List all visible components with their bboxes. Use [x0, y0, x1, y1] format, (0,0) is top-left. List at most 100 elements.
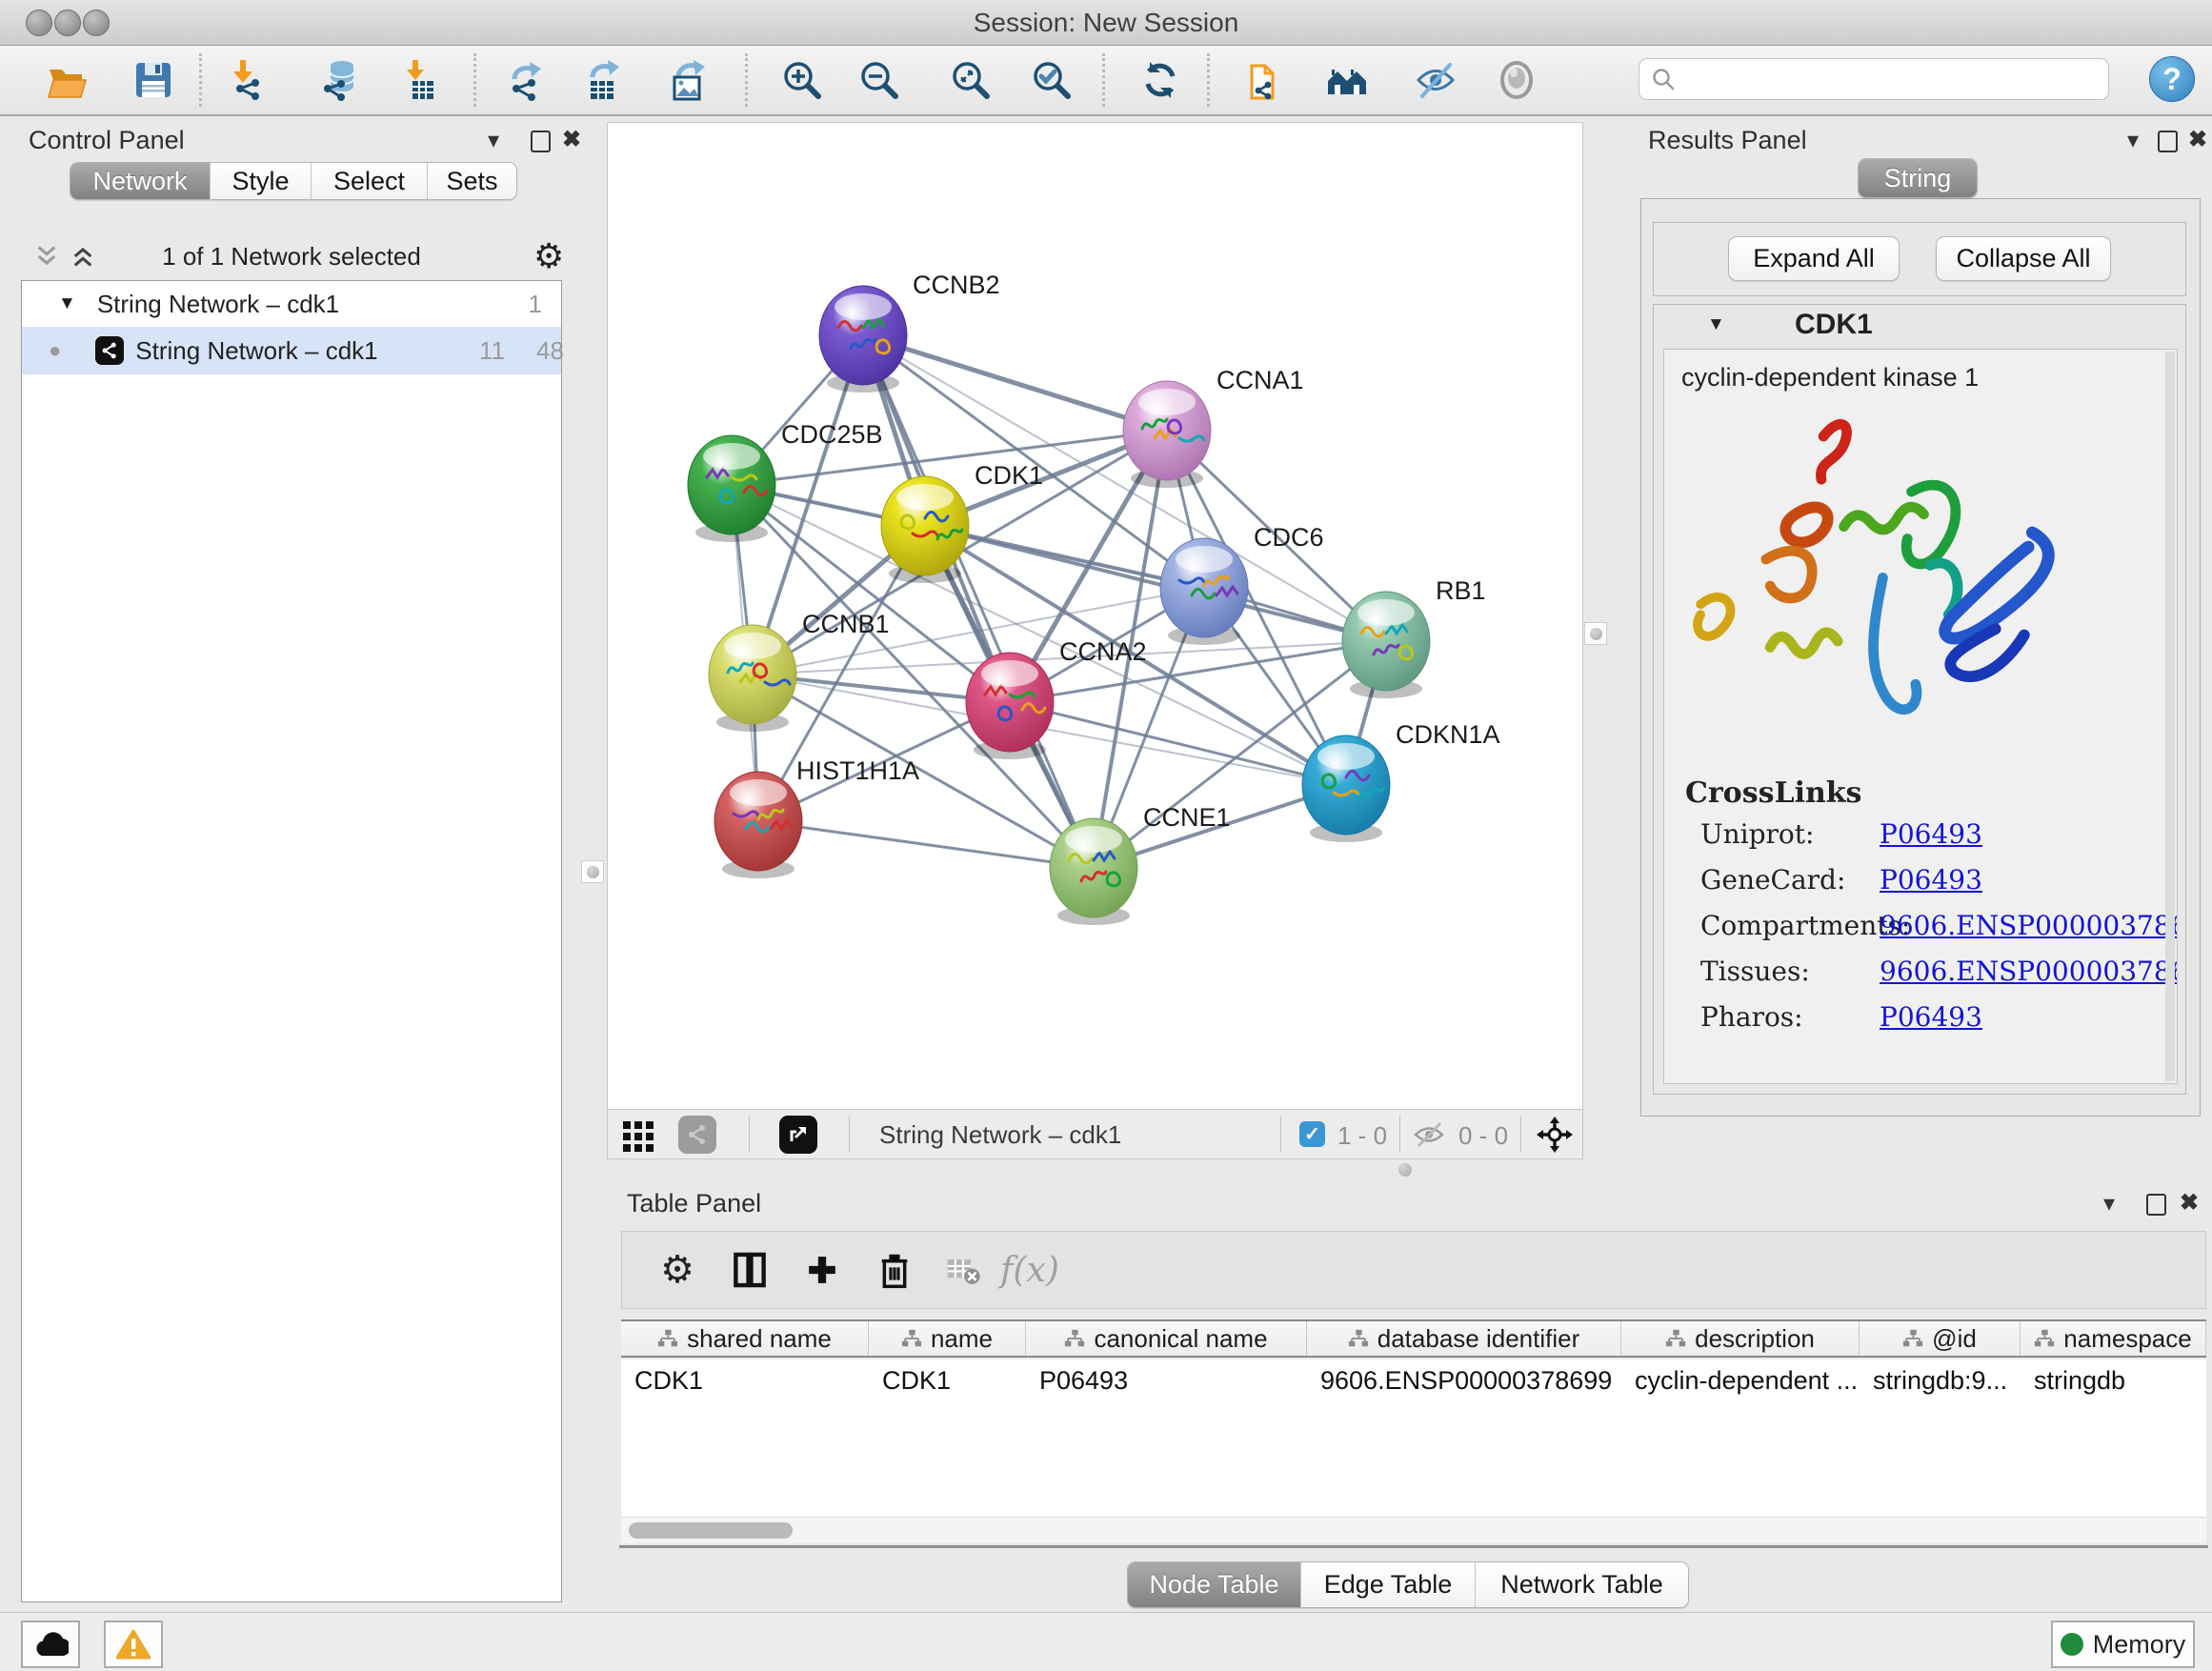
- search-input[interactable]: [1639, 58, 2109, 100]
- crosslink-value-link[interactable]: 9606.ENSP00000378699: [1880, 910, 2178, 941]
- column-header-shared-name[interactable]: shared name: [621, 1321, 869, 1356]
- table-settings-gear-icon[interactable]: ⚙: [654, 1247, 700, 1293]
- tab-select[interactable]: Select: [312, 163, 428, 199]
- import-network-from-file-button[interactable]: [226, 57, 271, 103]
- column-header-database-identifier[interactable]: database identifier: [1307, 1321, 1621, 1356]
- detach-view-icon[interactable]: [779, 1116, 817, 1154]
- toggle-graphics-details-button[interactable]: [1494, 57, 1539, 103]
- zoom-selected-button[interactable]: [1029, 57, 1075, 103]
- section-expander-icon[interactable]: ▼: [1707, 314, 1725, 335]
- open-in-browser-button[interactable]: [1243, 57, 1289, 103]
- memory-button[interactable]: Memory: [2051, 1621, 2195, 1668]
- hide-selected-button[interactable]: [1413, 57, 1458, 103]
- table-cell[interactable]: stringdb:9...: [1860, 1359, 2021, 1401]
- export-table-button[interactable]: [582, 57, 628, 103]
- tab-sets[interactable]: Sets: [428, 163, 516, 199]
- results-panel-close-button[interactable]: ✖: [2188, 129, 2207, 151]
- scrollbar-thumb[interactable]: [629, 1522, 793, 1539]
- create-column-plus-icon[interactable]: [799, 1247, 845, 1293]
- table-panel-close-button[interactable]: ✖: [2180, 1192, 2199, 1215]
- node-CDC6[interactable]: CDC6: [1160, 523, 1324, 645]
- open-session-button[interactable]: [44, 57, 90, 103]
- column-header-description[interactable]: description: [1621, 1321, 1860, 1356]
- home-button[interactable]: [1324, 57, 1370, 103]
- help-button[interactable]: ?: [2149, 56, 2195, 102]
- tab-network[interactable]: Network: [70, 163, 211, 199]
- node-RB1[interactable]: RB1: [1342, 576, 1486, 698]
- zoom-out-button[interactable]: [856, 57, 902, 103]
- edge-HIST1H1A-CCNE1[interactable]: [758, 821, 1094, 868]
- crosslink-value-link[interactable]: P06493: [1880, 818, 1982, 850]
- selected-checkbox-icon[interactable]: ✓: [1299, 1121, 1325, 1147]
- network-collection-row[interactable]: ▼ String Network – cdk1 1: [22, 281, 561, 327]
- table-horizontal-scrollbar[interactable]: [621, 1517, 2206, 1543]
- node-HIST1H1A[interactable]: HIST1H1A: [714, 756, 919, 878]
- import-network-from-database-button[interactable]: [317, 57, 363, 103]
- node-CCNA1[interactable]: CCNA1: [1123, 366, 1304, 488]
- table-cell[interactable]: CDK1: [621, 1359, 869, 1401]
- export-image-button[interactable]: [666, 57, 712, 103]
- crosslink-value-link[interactable]: 9606.ENSP00000378699: [1880, 956, 2178, 987]
- tree-expander-icon[interactable]: ▼: [58, 293, 76, 314]
- grid-view-icon[interactable]: [621, 1117, 655, 1152]
- tab-edge-table[interactable]: Edge Table: [1301, 1562, 1476, 1607]
- left-splitter-handle[interactable]: [581, 860, 604, 883]
- table-cell[interactable]: P06493: [1026, 1359, 1307, 1401]
- node-CDC25B[interactable]: CDC25B: [688, 420, 883, 542]
- tab-node-table[interactable]: Node Table: [1128, 1562, 1301, 1607]
- results-panel-float-button[interactable]: [2158, 131, 2178, 152]
- node-CCNB2[interactable]: CCNB2: [819, 271, 1000, 393]
- horizontal-splitter-handle[interactable]: [1398, 1163, 1412, 1177]
- column-header-canonical-name[interactable]: canonical name: [1026, 1321, 1307, 1356]
- control-panel-menu-button[interactable]: ▾: [488, 130, 499, 152]
- save-session-button[interactable]: [131, 57, 176, 103]
- zoom-fit-button[interactable]: [948, 57, 994, 103]
- edge-CCNB2-CCNA1[interactable]: [863, 335, 1167, 431]
- fit-selected-crosshair-icon[interactable]: [1536, 1116, 1574, 1154]
- collapse-all-button[interactable]: Collapse All: [1936, 236, 2111, 281]
- crosslink-value-link[interactable]: P06493: [1880, 1001, 1982, 1033]
- column-header--id[interactable]: @id: [1860, 1321, 2021, 1356]
- refresh-view-button[interactable]: [1137, 57, 1183, 103]
- selected-nodes-edges-counter: 1 - 0: [1337, 1121, 1387, 1151]
- eye-slash-icon: [1414, 58, 1458, 102]
- results-panel-menu-button[interactable]: ▾: [2127, 130, 2139, 152]
- column-header-name[interactable]: name: [869, 1321, 1026, 1356]
- delete-table-icon[interactable]: [940, 1247, 986, 1293]
- results-vertical-scrollbar[interactable]: [2165, 352, 2175, 1081]
- table-row[interactable]: CDK1CDK1P064939606.ENSP00000378699cyclin…: [621, 1359, 2206, 1401]
- delete-column-trash-icon[interactable]: [872, 1247, 917, 1293]
- table-cell[interactable]: stringdb: [2021, 1359, 2206, 1401]
- network-options-gear-icon[interactable]: ⚙: [533, 236, 564, 276]
- edge-CCNB2-CCNE1[interactable]: [863, 335, 1094, 868]
- network-canvas[interactable]: CCNB2CCNA1CDC25BCDK1CDC6RB1CCNB1CCNA2CDK…: [607, 122, 1583, 1110]
- right-splitter-handle[interactable]: [1584, 622, 1607, 645]
- tab-style[interactable]: Style: [211, 163, 312, 199]
- table-cell[interactable]: 9606.ENSP00000378699: [1307, 1359, 1621, 1401]
- table-panel-menu-button[interactable]: ▾: [2103, 1193, 2115, 1216]
- node-CCNB1[interactable]: CCNB1: [709, 610, 890, 732]
- table-cell[interactable]: CDK1: [869, 1359, 1026, 1401]
- table-cell[interactable]: cyclin-dependent ...: [1621, 1359, 1860, 1401]
- tab-string[interactable]: String: [1859, 159, 1977, 197]
- crosslink-row: Tissues:9606.ENSP00000378699: [1664, 956, 2177, 1001]
- cloud-button[interactable]: [21, 1621, 80, 1668]
- import-table-from-file-button[interactable]: [398, 57, 444, 103]
- share-view-icon[interactable]: [678, 1116, 716, 1154]
- column-header-namespace[interactable]: namespace: [2021, 1321, 2206, 1356]
- control-panel-float-button[interactable]: [531, 131, 551, 152]
- table-panel-float-button[interactable]: [2146, 1194, 2166, 1216]
- export-network-button[interactable]: [504, 57, 550, 103]
- tab-network-table[interactable]: Network Table: [1476, 1562, 1688, 1607]
- crosslink-value-link[interactable]: P06493: [1880, 864, 1982, 896]
- show-columns-icon[interactable]: [727, 1247, 773, 1293]
- zoom-in-button[interactable]: [779, 57, 825, 103]
- warnings-button[interactable]: [104, 1621, 163, 1668]
- network-row-selected[interactable]: ● String Network – cdk1 11 48: [22, 327, 561, 374]
- expand-all-button[interactable]: Expand All: [1728, 236, 1900, 281]
- node-CDKN1A[interactable]: CDKN1A: [1302, 720, 1500, 842]
- cloud-icon: [32, 1631, 69, 1658]
- node-CCNE1[interactable]: CCNE1: [1050, 803, 1231, 925]
- function-builder-icon[interactable]: f(x): [1007, 1247, 1053, 1293]
- control-panel-close-button[interactable]: ✖: [562, 129, 581, 151]
